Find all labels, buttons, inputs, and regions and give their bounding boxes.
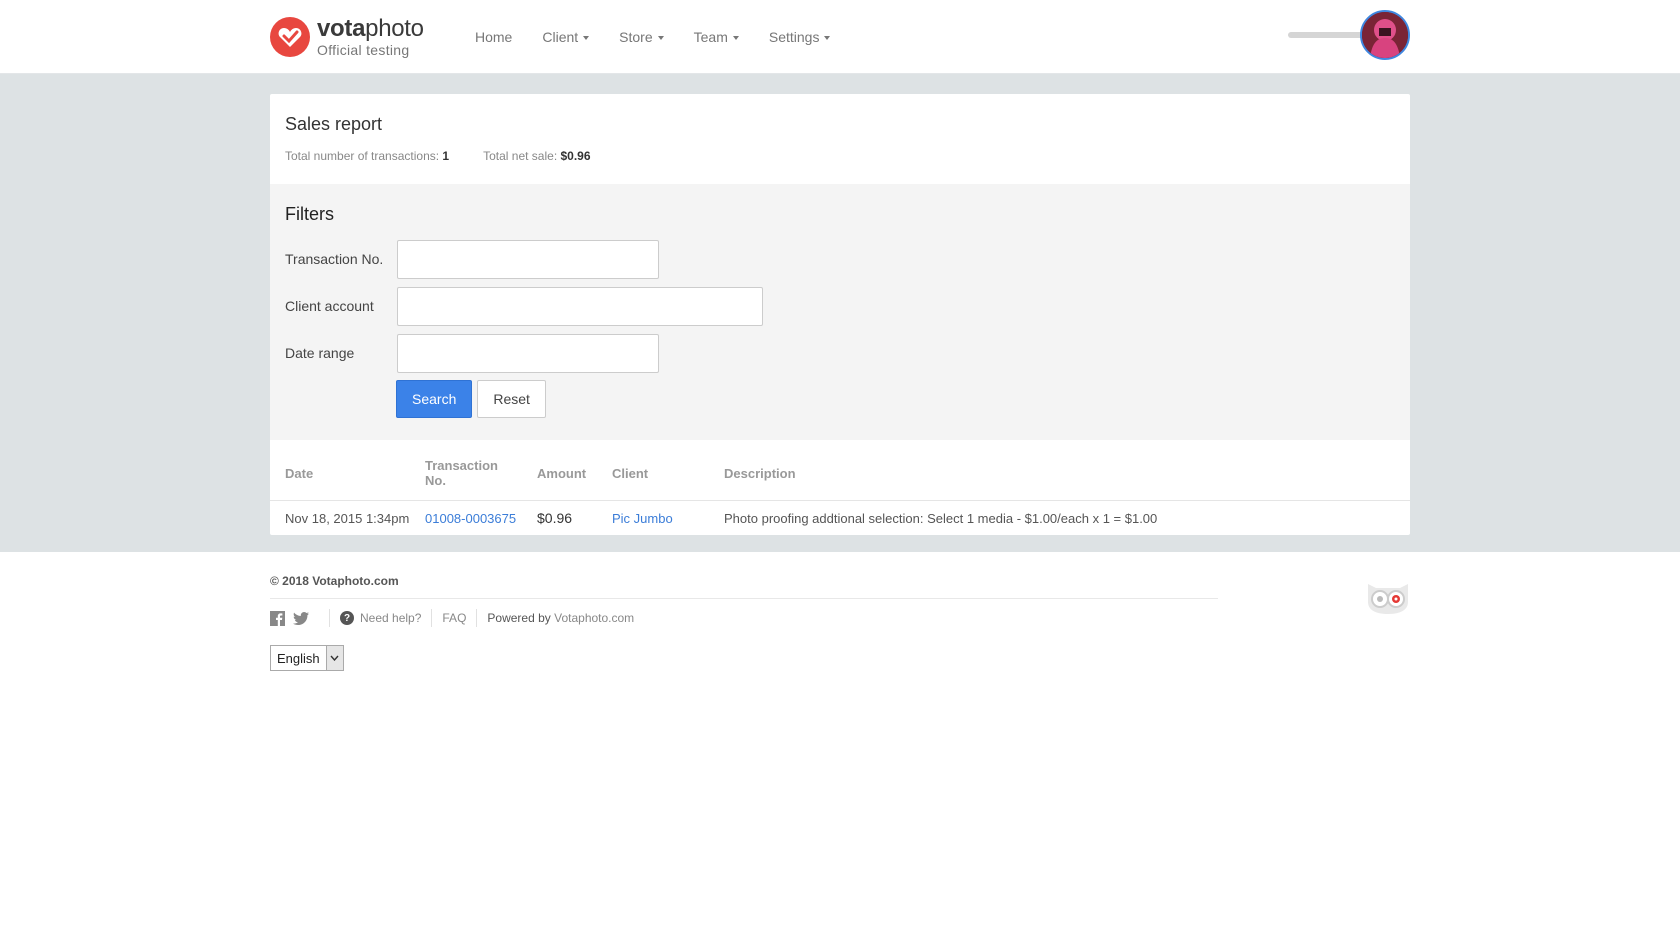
transaction-no-input[interactable] (397, 239, 659, 279)
date-range-input[interactable] (397, 333, 659, 373)
caret-down-icon (657, 36, 664, 40)
nav-home[interactable]: Home (475, 29, 512, 45)
caret-down-icon (824, 36, 831, 40)
footer: © 2018 Votaphoto.com ? Need help? FAQ Po… (0, 552, 1680, 714)
reset-button[interactable]: Reset (477, 380, 546, 418)
table-row: Nov 18, 2015 1:34pm 01008-0003675 $0.96 … (270, 501, 1410, 536)
faq-link[interactable]: FAQ (432, 609, 478, 627)
client-link[interactable]: Pic Jumbo (612, 511, 673, 526)
nav-team[interactable]: Team (694, 29, 739, 45)
language-select[interactable]: English (270, 645, 344, 671)
brand-subtitle: Official testing (317, 42, 410, 58)
owl-logo-icon (1366, 580, 1410, 617)
language-value: English (277, 650, 320, 666)
cell-date: Nov 18, 2015 1:34pm (285, 510, 410, 526)
powered-by: Powered by Votaphoto.com (487, 611, 635, 625)
column-description[interactable]: Description (709, 440, 1410, 501)
cell-client: Pic Jumbo (597, 501, 709, 536)
column-client[interactable]: Client (597, 440, 709, 501)
brand-logo[interactable]: votaphoto Official testing (270, 15, 437, 59)
cell-transaction-no: 01008-0003675 (410, 501, 522, 536)
transaction-no-label: Transaction No. (285, 251, 384, 267)
caret-down-icon (732, 36, 739, 40)
cell-description: Photo proofing addtional selection: Sele… (724, 510, 1158, 526)
filters-panel: Filters Transaction No. Client account D… (270, 184, 1410, 440)
nav-store[interactable]: Store (619, 29, 664, 45)
content-band: Sales report Total number of transaction… (0, 74, 1680, 552)
sales-report-card: Sales report Total number of transaction… (270, 94, 1410, 535)
filters-title: Filters (285, 204, 334, 224)
nav-settings[interactable]: Settings (769, 29, 831, 45)
heart-check-icon (270, 17, 310, 57)
nav-client[interactable]: Client (542, 29, 590, 45)
cell-amount: $0.96 (537, 510, 573, 526)
client-account-label: Client account (285, 298, 374, 314)
transactions-count: Total number of transactions: 1 (285, 149, 450, 163)
column-transaction-no[interactable]: Transaction No. (410, 440, 522, 501)
net-sale-total: Total net sale: $0.96 (483, 149, 591, 163)
page-title: Sales report (285, 114, 383, 134)
need-help-link[interactable]: ? Need help? (330, 609, 433, 627)
table-header-row: Date Transaction No. Amount Client Descr… (270, 440, 1410, 501)
twitter-icon[interactable] (293, 611, 309, 625)
avatar[interactable] (1360, 10, 1410, 60)
user-menu[interactable] (1288, 10, 1410, 60)
question-circle-icon: ? (340, 611, 354, 625)
footer-divider (270, 598, 1218, 599)
top-navbar: votaphoto Official testing Home Client S… (0, 0, 1680, 74)
transaction-link[interactable]: 01008-0003675 (425, 511, 516, 526)
user-name-placeholder (1288, 32, 1368, 38)
main-nav: Home Client Store Team Settings (475, 0, 860, 74)
client-account-input[interactable] (397, 286, 763, 326)
date-range-label: Date range (285, 345, 355, 361)
caret-down-icon (583, 36, 590, 40)
facebook-icon[interactable] (270, 610, 285, 626)
transactions-table: Date Transaction No. Amount Client Descr… (270, 440, 1410, 535)
copyright: © 2018 Votaphoto.com (270, 574, 399, 588)
column-amount[interactable]: Amount (522, 440, 597, 501)
chevron-down-icon[interactable] (325, 646, 343, 670)
column-date[interactable]: Date (270, 440, 410, 501)
brand-name: votaphoto (317, 15, 424, 42)
votaphoto-link[interactable]: Votaphoto.com (554, 611, 634, 625)
search-button[interactable]: Search (396, 380, 473, 418)
